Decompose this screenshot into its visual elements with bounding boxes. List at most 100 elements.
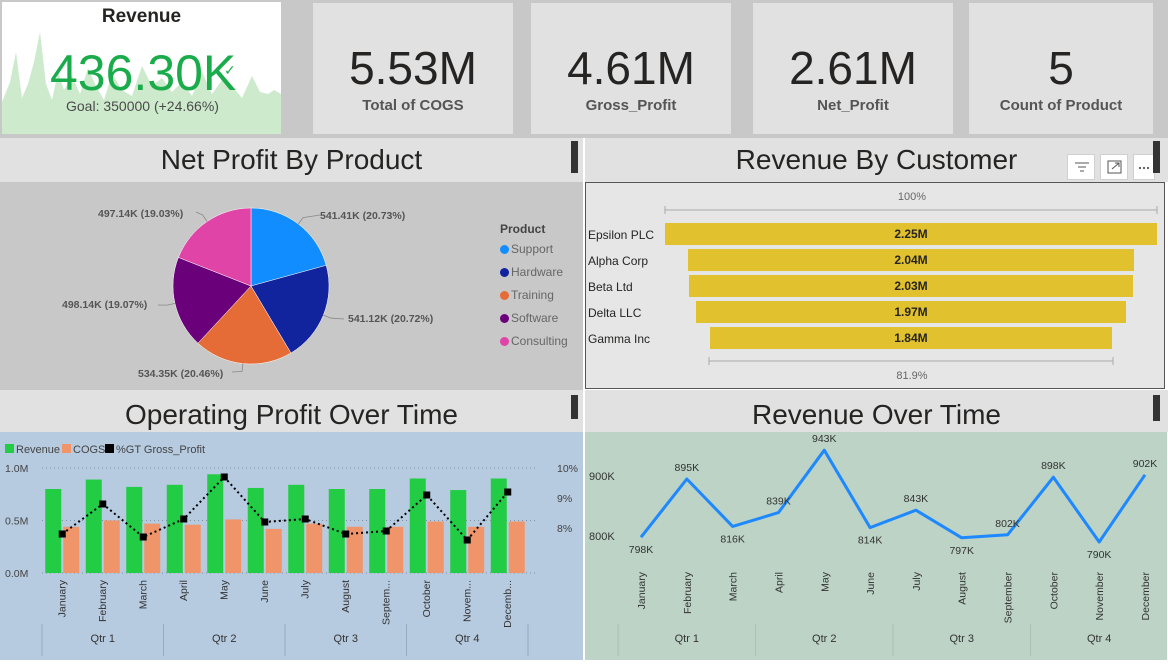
combo-bar-cogs[interactable] (427, 521, 444, 573)
pie-legend-software[interactable]: Software (500, 311, 558, 325)
line-x-tick-label: January (636, 571, 648, 609)
revenue-kpi-card[interactable]: Revenue 436.30K ✓ Goal: 350000 (+24.66%) (2, 2, 281, 134)
pie-leader-line-hardware (323, 314, 345, 320)
legend-label-training: Training (511, 288, 554, 302)
legend-swatch-gt-gross-profit (105, 444, 114, 453)
gross-profit-kpi-card[interactable]: 4.61M Gross_Profit (531, 3, 731, 134)
pie-legend-title: Product (500, 222, 546, 236)
combo-marker-gross-profit[interactable] (504, 488, 512, 496)
combo-bar-cogs[interactable] (508, 521, 525, 573)
line-y-tick: 800K (589, 531, 615, 543)
legend-dot-support (500, 245, 509, 254)
line-panel-header: Revenue Over Time (585, 390, 1168, 432)
combo-marker-gross-profit[interactable] (423, 491, 431, 499)
more-options-icon (1138, 166, 1150, 170)
pie-legend-consulting[interactable]: Consulting (500, 334, 568, 348)
funnel-bar-beta[interactable]: 2.03M (689, 275, 1133, 297)
combo-x-tick-label: February (97, 579, 109, 622)
pie-leader-line-software (157, 302, 176, 306)
combo-bar-cogs[interactable] (184, 524, 201, 573)
filter-icon (1075, 162, 1089, 172)
line-data-label: 902K (1133, 458, 1158, 470)
line-data-label: 839K (766, 496, 791, 508)
line-data-label: 802K (995, 518, 1020, 530)
combo-bar-revenue[interactable] (450, 490, 467, 573)
line-series-revenue[interactable] (639, 448, 1147, 544)
line-x-tick-label: November (1094, 571, 1106, 620)
funnel-category-beta: Beta Ltd (588, 280, 633, 294)
combo-bar-cogs[interactable] (265, 528, 282, 573)
pie-label-software: 498.14K (19.07%) (62, 299, 148, 311)
combo-y-right-tick: 8% (557, 523, 572, 535)
combo-bar-cogs[interactable] (103, 520, 120, 574)
pie-label-hardware: 541.12K (20.72%) (348, 313, 434, 325)
combo-bar-cogs[interactable] (144, 523, 161, 573)
combo-bar-cogs[interactable] (306, 523, 323, 573)
line-panel-resize-handle[interactable] (1153, 395, 1160, 421)
combo-marker-gross-profit[interactable] (180, 515, 188, 523)
funnel-bar-alpha[interactable]: 2.04M (687, 249, 1135, 271)
legend-label-cogs: COGS (73, 444, 105, 456)
combo-x-tick-label: May (218, 579, 230, 600)
combo-marker-gross-profit[interactable] (301, 515, 309, 523)
net-profit-kpi-card[interactable]: 2.61M Net_Profit (753, 3, 953, 134)
legend-label-support: Support (511, 242, 554, 256)
combo-marker-gross-profit[interactable] (220, 473, 228, 481)
funnel-bar-gamma[interactable]: 1.84M (709, 327, 1113, 349)
combo-marker-gross-profit[interactable] (58, 530, 66, 538)
combo-marker-gross-profit[interactable] (342, 530, 350, 538)
pie-label-training: 534.35K (20.46%) (138, 368, 224, 380)
cogs-kpi-card[interactable]: 5.53M Total of COGS (313, 3, 513, 134)
legend-dot-training (500, 291, 509, 300)
combo-marker-gross-profit[interactable] (99, 500, 107, 508)
cogs-kpi-label: Total of COGS (362, 97, 464, 114)
combo-bar-cogs[interactable] (468, 526, 485, 573)
line-x-tick-label: March (728, 572, 740, 601)
combo-marker-gross-profit[interactable] (463, 536, 471, 544)
cogs-kpi-value: 5.53M (349, 42, 477, 94)
funnel-panel-resize-handle[interactable] (1153, 141, 1160, 173)
more-options-button[interactable] (1133, 154, 1155, 180)
combo-x-tick-label: April (178, 580, 190, 601)
combo-panel-title: Operating Profit Over Time (124, 399, 458, 430)
combo-y-left-tick: 0.5M (5, 516, 28, 528)
combo-bar-revenue[interactable] (166, 484, 183, 573)
combo-panel-resize-handle[interactable] (571, 395, 578, 419)
combo-x-tick-label: June (259, 580, 271, 603)
combo-marker-gross-profit[interactable] (261, 518, 269, 526)
combo-x-tick-label: October (421, 580, 433, 618)
combo-bar-cogs[interactable] (225, 519, 242, 573)
funnel-bar-epsilon[interactable]: 2.25M (665, 223, 1157, 245)
combo-bar-revenue[interactable] (247, 487, 264, 573)
revenue-by-customer-funnel: 100% Epsilon PLC Alpha Corp Beta Ltd Del… (585, 182, 1165, 389)
combo-x-tick-label: January (56, 579, 68, 617)
revenue-over-time-line-chart: 900K 800K 798K January 895K February 816K March… (585, 432, 1167, 660)
funnel-value-beta: 2.03M (894, 279, 928, 293)
pie-panel-resize-handle[interactable] (571, 141, 578, 173)
pie-legend-training[interactable]: Training (500, 288, 554, 302)
focus-mode-button[interactable] (1100, 154, 1128, 180)
line-quarter-label: Qtr 4 (1087, 633, 1111, 645)
count-product-kpi-card[interactable]: 5 Count of Product (969, 3, 1153, 134)
combo-x-tick-label: July (299, 579, 311, 598)
combo-y-left-tick: 0.0M (5, 568, 28, 580)
gross-profit-kpi-label: Gross_Profit (585, 97, 677, 114)
pie-legend-hardware[interactable]: Hardware (500, 265, 563, 279)
funnel-bar-delta[interactable]: 1.97M (695, 301, 1127, 323)
pie-legend-support[interactable]: Support (500, 242, 553, 256)
funnel-value-alpha: 2.04M (894, 253, 928, 267)
line-x-tick-label: August (957, 572, 969, 605)
combo-y-right-tick: 9% (557, 493, 572, 505)
combo-bar-revenue[interactable] (207, 474, 224, 573)
combo-marker-gross-profit[interactable] (382, 527, 390, 535)
count-product-kpi-value: 5 (1048, 42, 1074, 94)
legend-dot-consulting (500, 337, 509, 346)
pie-leader-line-support (297, 214, 321, 225)
combo-x-tick-label: Novem... (461, 580, 473, 622)
combo-bar-revenue[interactable] (85, 479, 102, 573)
focus-mode-icon (1107, 160, 1122, 174)
combo-marker-gross-profit[interactable] (139, 533, 147, 541)
combo-x-tick-label: August (340, 580, 352, 613)
filter-button[interactable] (1067, 154, 1095, 180)
combo-bar-revenue[interactable] (288, 484, 305, 573)
